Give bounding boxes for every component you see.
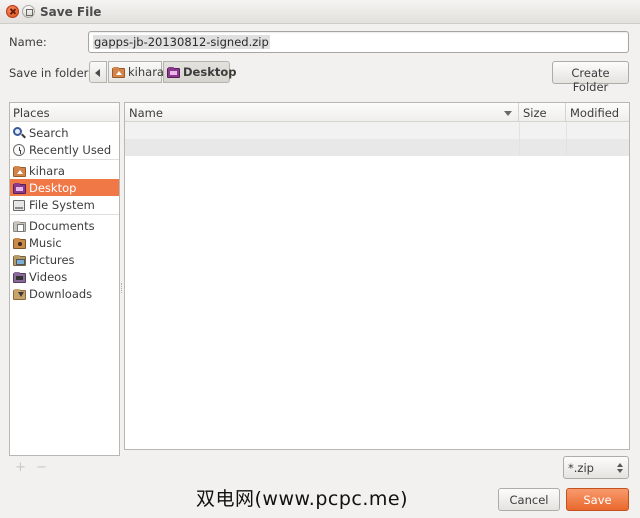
title-bar: Save File <box>0 0 640 24</box>
chevron-down-icon <box>617 469 623 473</box>
sidebar-item-kihara[interactable]: kihara <box>10 162 119 179</box>
sidebar-divider <box>10 159 119 160</box>
file-name-value: gapps-jb-20130812-signed.zip <box>93 35 270 49</box>
home-folder-icon <box>112 66 125 79</box>
filter-value: *.zip <box>568 461 594 475</box>
file-name-input[interactable]: gapps-jb-20130812-signed.zip <box>88 31 629 53</box>
sidebar-item-label: Music <box>29 235 62 250</box>
sidebar-item-label: Pictures <box>29 252 75 267</box>
places-header[interactable]: Places <box>10 103 119 122</box>
column-header-label: Modified <box>570 106 620 120</box>
desktop-folder-icon <box>167 66 180 79</box>
videos-folder-icon <box>13 271 26 284</box>
sidebar-item-label: File System <box>29 197 95 212</box>
desktop-folder-icon <box>13 182 26 195</box>
sidebar-item-music[interactable]: Music <box>10 234 119 251</box>
column-divider <box>566 122 567 156</box>
music-folder-icon <box>13 237 26 250</box>
column-header-modified[interactable]: Modified <box>566 103 629 122</box>
sidebar-item-search[interactable]: Search <box>10 124 119 141</box>
path-button-label: kihara <box>128 65 164 79</box>
sidebar-item-label: Desktop <box>29 180 77 195</box>
home-folder-icon <box>13 165 26 178</box>
watermark-text: 双电网(www.pcpc.me) <box>196 488 408 510</box>
window-title: Save File <box>40 5 102 19</box>
column-header-size[interactable]: Size <box>519 103 566 122</box>
column-divider <box>519 122 520 156</box>
table-row[interactable] <box>125 122 629 139</box>
pane-resize-handle[interactable] <box>121 283 123 293</box>
table-row[interactable] <box>125 139 629 156</box>
sidebar-item-documents[interactable]: Documents <box>10 217 119 234</box>
documents-folder-icon <box>13 220 26 233</box>
add-bookmark-button[interactable]: + <box>15 460 26 475</box>
create-folder-button[interactable]: Create Folder <box>552 61 629 94</box>
maximize-window-button[interactable] <box>22 5 35 18</box>
column-header-label: Name <box>129 106 163 120</box>
remove-bookmark-button[interactable]: − <box>36 460 47 475</box>
chevron-up-icon <box>617 463 623 467</box>
sidebar-item-downloads[interactable]: Downloads <box>10 285 119 302</box>
sidebar-item-pictures[interactable]: Pictures <box>10 251 119 268</box>
sort-descending-icon <box>504 111 512 116</box>
search-icon <box>13 126 26 140</box>
sidebar-divider <box>10 214 119 215</box>
downloads-folder-icon <box>13 288 26 301</box>
sidebar-item-videos[interactable]: Videos <box>10 268 119 285</box>
sidebar-item-recently-used[interactable]: Recently Used <box>10 141 119 158</box>
sidebar-item-label: Search <box>29 125 69 140</box>
save-button[interactable]: Save <box>566 488 629 511</box>
sidebar-item-desktop[interactable]: Desktop <box>10 179 119 196</box>
sidebar-item-label: Documents <box>29 218 95 233</box>
path-button-desktop[interactable]: Desktop <box>163 61 236 83</box>
name-label: Name: <box>9 35 47 49</box>
drive-icon <box>13 199 26 212</box>
sidebar-item-label: Recently Used <box>29 142 112 157</box>
file-list: Name Size Modified <box>124 102 630 450</box>
column-header-name[interactable]: Name <box>125 103 519 122</box>
sidebar-item-label: Videos <box>29 269 68 284</box>
sidebar-item-file-system[interactable]: File System <box>10 196 119 213</box>
path-back-arrow-button[interactable] <box>89 61 107 83</box>
pictures-folder-icon <box>13 254 26 267</box>
column-header-label: Size <box>523 106 547 120</box>
sidebar-item-label: Downloads <box>29 286 93 301</box>
path-button-label: Desktop <box>183 65 237 79</box>
path-button-kihara[interactable]: kihara <box>108 61 164 83</box>
sidebar-item-label: kihara <box>29 163 65 178</box>
places-sidebar: Places Search Recently Used kihara Deskt… <box>9 102 120 456</box>
close-window-button[interactable] <box>6 5 19 18</box>
save-in-folder-label: Save in folder: <box>9 66 93 80</box>
cancel-button[interactable]: Cancel <box>498 488 560 511</box>
clock-icon <box>13 143 26 157</box>
file-type-filter-select[interactable]: *.zip <box>563 456 629 479</box>
